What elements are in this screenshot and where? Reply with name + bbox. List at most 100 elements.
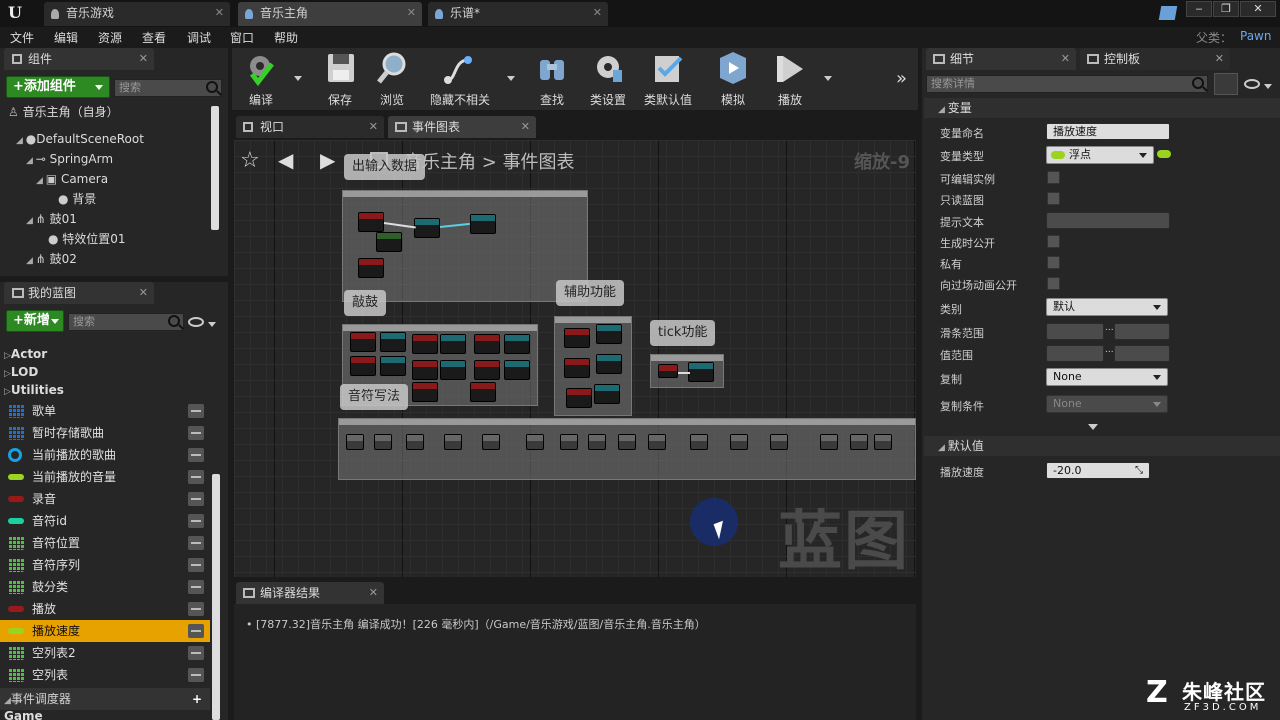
- graph-node[interactable]: [566, 388, 592, 408]
- details-search-input[interactable]: 搜索详情: [926, 75, 1208, 93]
- close-icon[interactable]: ✕: [593, 2, 602, 24]
- tab-event-graph[interactable]: 事件图表 ✕: [388, 116, 536, 138]
- close-icon[interactable]: ✕: [139, 48, 148, 70]
- tree-item-background[interactable]: ● 背景: [58, 189, 96, 209]
- menu-file[interactable]: 文件: [10, 29, 34, 46]
- graph-node[interactable]: [470, 382, 496, 402]
- visibility-eye-icon[interactable]: [188, 558, 204, 572]
- value-min-input[interactable]: [1046, 345, 1104, 362]
- play-button[interactable]: 播放: [763, 52, 817, 108]
- slider-min-input[interactable]: [1046, 323, 1104, 340]
- tree-item-defaultsceneroot[interactable]: ◢ ●DefaultSceneRoot: [16, 129, 144, 149]
- graph-node[interactable]: [874, 434, 892, 450]
- readonly-checkbox[interactable]: [1047, 192, 1060, 205]
- replication-condition-dropdown[interactable]: None: [1046, 395, 1168, 413]
- expose-spawn-checkbox[interactable]: [1047, 235, 1060, 248]
- maximize-button[interactable]: ❐: [1213, 1, 1239, 17]
- compile-options-chevron[interactable]: [294, 76, 302, 81]
- visibility-eye-icon[interactable]: [188, 646, 204, 660]
- eye-icon[interactable]: [1244, 79, 1260, 89]
- blueprint-scrollbar[interactable]: [212, 474, 220, 720]
- tab-score[interactable]: 乐谱* ✕: [428, 2, 608, 26]
- section-default-value[interactable]: ◢ 默认值: [924, 436, 1280, 456]
- variable-item[interactable]: 播放速度: [0, 620, 210, 642]
- hide-options-chevron[interactable]: [507, 76, 515, 81]
- graph-node[interactable]: [412, 382, 438, 402]
- forward-arrow-icon[interactable]: ▶: [320, 148, 335, 172]
- tab-music-character[interactable]: 音乐主角 ✕: [238, 2, 422, 26]
- graph-node[interactable]: [482, 434, 500, 450]
- category-game[interactable]: Game: [4, 710, 43, 720]
- menu-asset[interactable]: 资源: [98, 29, 122, 46]
- find-button[interactable]: 查找: [525, 52, 579, 108]
- graph-node[interactable]: [658, 364, 678, 378]
- back-arrow-icon[interactable]: ◀: [278, 148, 293, 172]
- graph-node[interactable]: [564, 358, 590, 378]
- graph-node[interactable]: [596, 354, 622, 374]
- class-defaults-button[interactable]: 类默认值: [641, 52, 695, 108]
- graph-node[interactable]: [444, 434, 462, 450]
- simulate-button[interactable]: 模拟: [706, 52, 760, 108]
- variable-item[interactable]: 当前播放的音量: [0, 466, 210, 488]
- tab-my-blueprint[interactable]: 我的蓝图 ✕: [4, 282, 154, 304]
- variable-item[interactable]: 录音: [0, 488, 210, 510]
- value-max-input[interactable]: [1114, 345, 1170, 362]
- graph-node[interactable]: [358, 212, 384, 232]
- menu-view[interactable]: 查看: [142, 29, 166, 46]
- graph-node[interactable]: [346, 434, 364, 450]
- graph-node[interactable]: [440, 334, 466, 354]
- compile-button[interactable]: 编译: [234, 52, 288, 108]
- comment-bubble-tick[interactable]: tick功能: [650, 320, 716, 346]
- visibility-eye-icon[interactable]: [188, 492, 204, 506]
- graph-node[interactable]: [412, 360, 438, 380]
- parent-class-link[interactable]: Pawn: [1240, 29, 1271, 43]
- variable-item[interactable]: 鼓分类: [0, 576, 210, 598]
- tab-components[interactable]: 组件 ✕: [4, 48, 154, 70]
- tab-details[interactable]: 细节 ✕: [926, 48, 1076, 70]
- graph-node[interactable]: [380, 356, 406, 376]
- visibility-eye-icon[interactable]: [188, 514, 204, 528]
- tree-item-drum02[interactable]: ◢ ⋔ 鼓02: [26, 249, 77, 269]
- variable-item[interactable]: 播放: [0, 598, 210, 620]
- add-component-button[interactable]: +添加组件: [6, 76, 110, 98]
- replication-dropdown[interactable]: None: [1046, 368, 1168, 386]
- chevron-down-icon[interactable]: [208, 322, 216, 327]
- graph-node[interactable]: [770, 434, 788, 450]
- menu-edit[interactable]: 编辑: [54, 29, 78, 46]
- variable-item[interactable]: 歌单: [0, 400, 210, 422]
- graph-node[interactable]: [504, 334, 530, 354]
- chevron-down-icon[interactable]: [1264, 84, 1272, 89]
- visibility-eye-icon[interactable]: [188, 602, 204, 616]
- graph-node[interactable]: [414, 218, 440, 238]
- visibility-eye-icon[interactable]: [188, 536, 204, 550]
- container-type-icon[interactable]: [1157, 150, 1171, 158]
- event-dispatchers-header[interactable]: ◢事件调度器 +: [0, 688, 210, 710]
- close-icon[interactable]: ✕: [369, 116, 378, 138]
- class-settings-button[interactable]: 类设置: [581, 52, 635, 108]
- category-dropdown[interactable]: 默认: [1046, 298, 1168, 316]
- visibility-eye-icon[interactable]: [188, 470, 204, 484]
- graph-node[interactable]: [596, 324, 622, 344]
- play-options-chevron[interactable]: [824, 76, 832, 81]
- graph-node[interactable]: [648, 434, 666, 450]
- graph-node[interactable]: [474, 334, 500, 354]
- graph-node[interactable]: [526, 434, 544, 450]
- tree-item-drum01[interactable]: ◢ ⋔ 鼓01: [26, 209, 77, 229]
- graph-node[interactable]: [850, 434, 868, 450]
- graph-node[interactable]: [440, 360, 466, 380]
- components-search-input[interactable]: 搜索: [114, 79, 222, 97]
- var-type-dropdown[interactable]: 浮点: [1046, 146, 1154, 164]
- add-new-button[interactable]: +新增: [6, 310, 64, 332]
- tab-compiler-results[interactable]: 编译器结果 ✕: [236, 582, 384, 604]
- property-matrix-icon[interactable]: [1214, 73, 1238, 95]
- close-icon[interactable]: ✕: [407, 2, 416, 24]
- tab-music-game[interactable]: 音乐游戏 ✕: [44, 2, 230, 26]
- var-name-input[interactable]: 播放速度: [1046, 123, 1170, 140]
- notify-icon[interactable]: [1158, 6, 1178, 20]
- graph-node[interactable]: [412, 334, 438, 354]
- comment-bubble-helper[interactable]: 辅助功能: [556, 280, 625, 306]
- blueprint-search-input[interactable]: 搜索: [68, 313, 184, 331]
- graph-node[interactable]: [564, 328, 590, 348]
- favorite-star-icon[interactable]: ☆: [240, 148, 260, 173]
- close-icon[interactable]: ✕: [1215, 48, 1224, 70]
